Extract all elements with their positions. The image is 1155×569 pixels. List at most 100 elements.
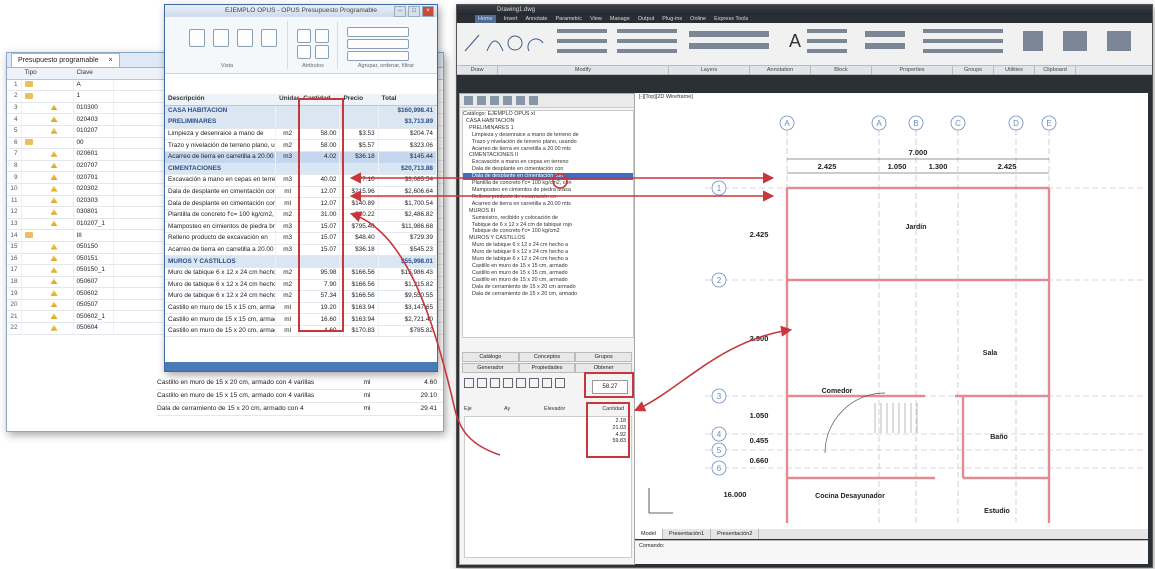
generator-icon[interactable] xyxy=(477,378,487,388)
clave-cell[interactable]: 050507 xyxy=(73,299,114,312)
move-tool-icon[interactable] xyxy=(557,29,607,33)
tree-item[interactable]: Muro de tabique 6 x 12 x 24 cm hecho a xyxy=(463,256,633,263)
ribbon-group-label[interactable]: Annotation xyxy=(750,66,811,74)
paste-tool-icon[interactable] xyxy=(1107,31,1131,51)
clave-cell[interactable]: 030801 xyxy=(73,206,114,219)
generator-icon[interactable] xyxy=(516,378,526,388)
clave-cell[interactable]: 020601 xyxy=(73,148,114,161)
tree-item[interactable]: MUROS Y CASTILLOS xyxy=(463,235,633,242)
tab-close-icon[interactable]: × xyxy=(109,57,113,64)
modify-icon[interactable] xyxy=(237,29,253,47)
clave-cell[interactable]: 050602_1 xyxy=(73,310,114,324)
tree-item[interactable]: Suministro, recibido y colocación de xyxy=(463,215,633,222)
table-tool-icon[interactable] xyxy=(807,49,847,53)
line-tool-icon[interactable] xyxy=(464,34,480,52)
generator-icon[interactable] xyxy=(542,378,552,388)
maximize-icon[interactable]: □ xyxy=(408,6,420,17)
clave-cell[interactable]: 020303 xyxy=(73,195,114,208)
clave-cell[interactable]: 020707 xyxy=(73,160,114,173)
clave-cell[interactable]: A xyxy=(73,79,114,92)
panel-tab[interactable]: Conceptos xyxy=(518,352,576,362)
measure-tool-icon[interactable] xyxy=(1063,31,1087,51)
clave-cell[interactable]: 050607 xyxy=(73,276,114,289)
generator-icon[interactable] xyxy=(503,378,513,388)
minimize-icon[interactable]: – xyxy=(394,6,406,17)
layer-dropdown[interactable] xyxy=(689,31,769,37)
cad-menu-item[interactable]: Home xyxy=(475,15,496,23)
clave-cell[interactable]: 020302 xyxy=(73,183,114,196)
ribbon-group-label[interactable]: Draw xyxy=(457,66,498,74)
ribbon-group-label[interactable]: Utilities xyxy=(994,66,1035,74)
text-tool-icon[interactable]: A xyxy=(789,31,801,51)
tree-item[interactable]: Dala de desplante en cimentación con xyxy=(463,166,633,173)
toolbar-icon[interactable] xyxy=(529,96,538,105)
lineweight-dropdown[interactable] xyxy=(923,49,1003,53)
tree-item[interactable]: Excavación a mano en cepas en terreno xyxy=(463,159,633,166)
toolbar-icon[interactable] xyxy=(477,96,486,105)
tree-item[interactable]: CASA HABITACION xyxy=(463,118,633,125)
tree-item[interactable]: CIMENTACIONES II xyxy=(463,152,633,159)
sort-icon[interactable] xyxy=(297,45,311,59)
cad-menu-item[interactable]: Express Tools xyxy=(714,15,748,23)
generator-icon[interactable] xyxy=(555,378,565,388)
rotate-tool-icon[interactable] xyxy=(617,29,677,33)
ribbon-group-label[interactable]: Block xyxy=(811,66,872,74)
tree-item[interactable]: Dala de desplante en cimentación con xyxy=(463,173,633,181)
adjust-icon[interactable] xyxy=(261,29,277,47)
clave-cell[interactable]: 050604 xyxy=(73,322,114,335)
cad-menu-item[interactable]: Annotate xyxy=(525,15,547,23)
clave-cell[interactable]: 1 xyxy=(73,90,114,103)
tree-item[interactable]: Limpieza y desenraice a mano de terreno … xyxy=(463,132,633,139)
order-by-icon[interactable] xyxy=(347,39,409,49)
panel-tab[interactable]: Propiedades xyxy=(518,363,576,373)
tab-presupuesto[interactable]: Presupuesto programable × xyxy=(11,53,120,67)
layout-tab[interactable]: Presentación1 xyxy=(663,529,712,539)
cad-menu-item[interactable]: Online xyxy=(690,15,706,23)
generator-icon[interactable] xyxy=(529,378,539,388)
ribbon-group-label[interactable]: Clipboard xyxy=(1035,66,1076,74)
ribbon-group-label[interactable]: Properties xyxy=(872,66,953,74)
clave-cell[interactable]: 010207 xyxy=(73,125,114,138)
options-icon[interactable] xyxy=(213,29,229,47)
group-tool-icon[interactable] xyxy=(1023,31,1043,51)
paste-icon[interactable] xyxy=(189,29,205,47)
filter-by-icon[interactable] xyxy=(347,51,409,61)
ribbon-group-label[interactable]: Modify xyxy=(498,66,669,74)
clave-cell[interactable]: 00 xyxy=(73,137,114,150)
tree-item[interactable]: Castillo en muro de 15 x 20 cm, armado xyxy=(463,277,633,284)
leader-tool-icon[interactable] xyxy=(807,39,847,43)
tree-item[interactable]: Plantilla de concreto f'c= 100 kg/cm2, c… xyxy=(463,180,633,187)
toolbar-icon[interactable] xyxy=(503,96,512,105)
dimension-tool-icon[interactable] xyxy=(807,29,847,33)
col-header-clave[interactable]: Clave xyxy=(73,68,114,80)
tree-item[interactable]: PRELIMINARES 1 xyxy=(463,125,633,132)
clave-cell[interactable]: 020403 xyxy=(73,113,114,126)
panel-tab[interactable]: Catálogo xyxy=(462,352,519,362)
toolbar-icon[interactable] xyxy=(516,96,525,105)
tree-item[interactable]: MUROS III xyxy=(463,208,633,215)
tree-item[interactable]: Catálogo: EJEMPLO OPUS xl xyxy=(463,111,633,118)
col-header-tipo[interactable]: Tipo xyxy=(21,68,74,80)
polyline-tool-icon[interactable] xyxy=(486,40,504,52)
stretch-tool-icon[interactable] xyxy=(557,49,607,53)
linetype-dropdown[interactable] xyxy=(923,39,1003,43)
tree-item[interactable]: Tabique de 6 x 12 x 24 cm de tabique roj… xyxy=(463,222,633,229)
cad-menu-item[interactable]: Insert xyxy=(504,15,518,23)
tree-item[interactable]: Muro de tabique 6 x 12 x 24 cm hecho a xyxy=(463,242,633,249)
generator-icon[interactable] xyxy=(464,378,474,388)
clave-cell[interactable]: 050151 xyxy=(73,253,114,266)
group-icon[interactable] xyxy=(315,45,329,59)
layout-tab[interactable]: Model xyxy=(635,529,663,539)
color-dropdown[interactable] xyxy=(923,29,1003,33)
tree-item[interactable]: Tabique de concreto f'c= 100 kg/cm2 xyxy=(463,228,633,235)
clave-cell[interactable]: 020701 xyxy=(73,171,114,184)
cad-menu-item[interactable]: Output xyxy=(638,15,655,23)
mirror-tool-icon[interactable] xyxy=(617,39,677,43)
tree-item[interactable]: Acarreo de tierra en carretilla a 20.00 … xyxy=(463,201,633,208)
list-item[interactable]: Castillo en muro de 15 x 15 cm, armado c… xyxy=(157,390,443,403)
close-icon[interactable]: × xyxy=(422,6,434,17)
panel-tab[interactable]: Grupos xyxy=(575,352,633,362)
clave-cell[interactable]: 050602 xyxy=(73,287,114,300)
scale-tool-icon[interactable] xyxy=(617,49,677,53)
cad-menu-item[interactable]: Plug-ins xyxy=(662,15,682,23)
